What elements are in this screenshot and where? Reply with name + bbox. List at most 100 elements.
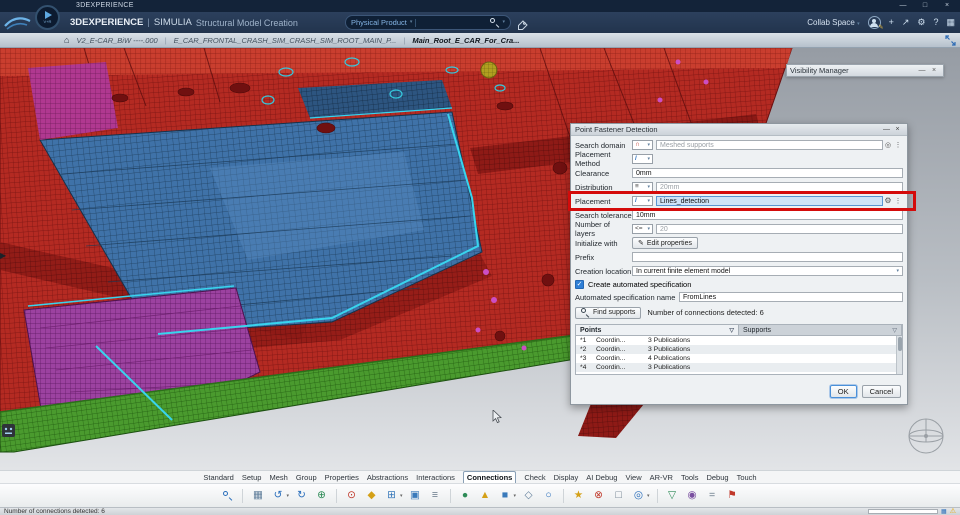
search-options-chevron-icon[interactable]: ▾ [502,20,505,25]
warning-icon[interactable]: ⚠ [950,508,956,515]
placement-combo[interactable]: / ▾ [632,196,653,206]
edit-properties-button[interactable]: ✎ Edit properties [632,237,699,249]
tab-touch[interactable]: Touch [737,473,757,482]
boxed-plus-icon[interactable]: ⊞ [384,488,399,503]
assistant-icon[interactable] [2,424,15,437]
dropdown-arrow-icon[interactable]: ▾ [647,493,650,499]
cube-icon[interactable]: ▦ [941,509,947,515]
list-icon[interactable]: ≡ [428,488,443,503]
document-tab-2[interactable]: E_CAR_FRONTAL_CRASH_SIM_CRASH_SIM_ROOT_M… [174,36,397,45]
tab-display[interactable]: Display [554,473,579,482]
equals-icon[interactable]: = [705,488,720,503]
tab-ai-debug[interactable]: AI Debug [586,473,617,482]
table-row[interactable]: *3 Coordin... 4 Publications [576,354,896,363]
table-row[interactable]: *2 Coordin... 3 Publications [576,345,896,354]
diamond-icon[interactable]: ◆ [364,488,379,503]
share-icon[interactable]: ↗ [902,18,910,27]
star-icon[interactable]: ★ [571,488,586,503]
diamond-outline-icon[interactable]: ◇ [521,488,536,503]
filter-funnel-icon[interactable]: ▽ [729,327,734,334]
search-domain-type-combo[interactable]: ∩ ▾ [632,140,653,150]
grid-icon[interactable]: ▦ [250,488,265,503]
distribution-combo[interactable]: ≡ ▾ [632,182,653,192]
panel-close-button[interactable]: × [928,67,940,74]
user-avatar-icon[interactable]: ✎ [867,16,884,31]
tab-debug[interactable]: Debug [706,473,728,482]
table-row[interactable]: *1 Coordin... 3 Publications [576,336,896,345]
tab-setup[interactable]: Setup [242,473,262,482]
dialog-close-button[interactable]: × [892,126,903,133]
search-icon[interactable] [490,18,500,29]
help-icon[interactable]: ? [933,18,938,27]
plus-circle-icon[interactable]: ⊕ [314,488,329,503]
placement-settings-gear-icon[interactable]: ⚙ [883,197,893,205]
number-of-layers-field[interactable]: 20 [656,224,903,234]
document-tab-1[interactable]: V2_E-CAR_BiW ----.000 [76,36,157,45]
dialog-minimize-button[interactable]: — [881,126,892,133]
expand-viewport-icon[interactable] [945,35,956,48]
tab-interactions[interactable]: Interactions [416,473,455,482]
scrollbar[interactable] [896,336,902,374]
tab-group[interactable]: Group [296,473,317,482]
square-outline-icon[interactable]: □ [611,488,626,503]
circled-x-icon[interactable]: ⊗ [591,488,606,503]
dialog-titlebar[interactable]: Point Fastener Detection — × [571,124,907,136]
chevron-down-icon[interactable]: ▾ [410,20,413,25]
window-close-button[interactable]: × [936,0,958,12]
more-options-icon[interactable]: ⋮ [893,142,903,149]
square-icon[interactable]: ■ [498,488,513,503]
layers-operator-combo[interactable]: <= ▾ [632,224,653,234]
filter-funnel-icon[interactable]: ▽ [892,327,897,334]
find-supports-button[interactable]: Find supports [575,306,642,319]
target-icon[interactable]: ⊙ [344,488,359,503]
supports-tab[interactable]: Supports ▽ [739,325,902,335]
distribution-field[interactable]: 20mm [656,182,903,192]
flag-icon[interactable]: ⚑ [725,488,740,503]
scrollbar-thumb[interactable] [898,337,902,351]
tab-abstractions[interactable]: Abstractions [367,473,408,482]
collab-space-dropdown[interactable]: Collab Space ▾ [807,18,859,27]
apps-grid-icon[interactable]: ▦ [946,18,955,27]
fisheye-icon[interactable]: ◉ [685,488,700,503]
cancel-button[interactable]: Cancel [861,385,901,398]
circle-outline-icon[interactable]: ○ [541,488,556,503]
dropdown-arrow-icon[interactable]: ▾ [286,493,289,499]
home-icon[interactable]: ⌂ [64,35,69,45]
add-content-icon[interactable]: + [889,18,894,27]
window-minimize-button[interactable]: — [892,0,914,12]
create-automated-specification-checkbox[interactable]: ✓ [575,279,584,289]
prefix-field[interactable] [632,252,903,262]
redo-icon[interactable]: ↻ [294,488,309,503]
ok-button[interactable]: OK [829,385,857,398]
play-compass-icon[interactable]: V+R [35,5,60,30]
auto-spec-name-field[interactable]: FromLines [679,292,903,302]
tab-mesh[interactable]: Mesh [269,473,287,482]
tab-view[interactable]: View [625,473,641,482]
tab-connections[interactable]: Connections [462,471,517,483]
search-context-label[interactable]: Physical Product [351,18,407,27]
filled-square-icon[interactable]: ▣ [408,488,423,503]
global-search-bar[interactable]: Physical Product ▾ ▾ [345,15,511,30]
dot-icon[interactable]: ● [458,488,473,503]
search-tolerance-field[interactable]: 10mm [632,210,903,220]
points-tab[interactable]: Points ▽ [576,325,739,335]
search-domain-field[interactable]: Meshed supports [656,140,883,150]
document-tab-active[interactable]: Main_Root_E_CAR_For_Cra... [412,36,519,45]
dropdown-arrow-icon[interactable]: ▾ [400,493,403,499]
tab-check[interactable]: Check [524,473,545,482]
panel-expander-icon[interactable]: ▶ [0,252,6,260]
search-connections-icon[interactable] [220,488,235,503]
triangle-up-icon[interactable]: ▲ [478,488,493,503]
tab-tools[interactable]: Tools [681,473,699,482]
tab-ar-vr[interactable]: AR-VR [650,473,673,482]
placement-field[interactable]: Lines_detection [656,196,883,206]
triangle-down-icon[interactable]: ▽ [665,488,680,503]
tab-properties[interactable]: Properties [325,473,359,482]
undo-icon[interactable]: ↺ [270,488,285,503]
panel-minimize-button[interactable]: — [916,67,928,74]
bullseye-icon[interactable]: ◎ [631,488,646,503]
table-row[interactable]: *4 Coordin... 3 Publications [576,363,896,372]
clearance-field[interactable]: 0mm [632,168,903,178]
status-input[interactable] [868,509,939,514]
settings-gear-icon[interactable]: ⚙ [917,18,925,27]
